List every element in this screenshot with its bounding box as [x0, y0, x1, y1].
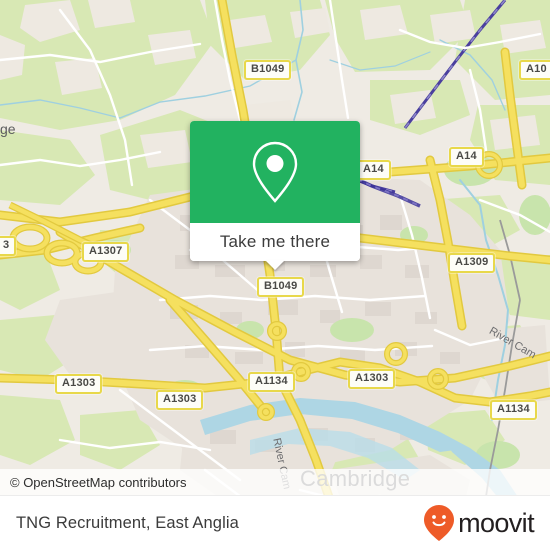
road-shield-a1303-center[interactable]: A1303	[348, 369, 396, 389]
location-title: TNG Recruitment, East Anglia	[16, 513, 239, 532]
osm-attribution-text: © OpenStreetMap contributors	[10, 474, 187, 490]
road-shield-a10[interactable]: A10	[519, 60, 550, 80]
road-shield-clipped-left[interactable]: 3	[0, 236, 17, 256]
road-shield-a1303-southwest[interactable]: A1303	[156, 390, 204, 410]
card-icon-area	[190, 121, 360, 223]
road-shield-a1303-west[interactable]: A1303	[55, 374, 103, 394]
map-pin-icon	[252, 141, 298, 203]
place-label-clipped: ge	[0, 121, 16, 137]
card-action-area[interactable]: Take me there	[190, 223, 360, 261]
moovit-brand[interactable]: moovit	[422, 504, 535, 542]
map-screen: Cambridge ge River Cam River Cam B1049 A…	[0, 0, 550, 550]
take-me-there-label: Take me there	[219, 232, 331, 251]
card-pointer-tail	[265, 260, 285, 270]
road-shield-a14-west[interactable]: A14	[356, 160, 391, 180]
map-vector-layer	[0, 0, 550, 550]
osm-attribution-bar: © OpenStreetMap contributors	[0, 469, 550, 495]
road-shield-b1049-south[interactable]: B1049	[257, 277, 305, 297]
road-shield-b1049-north[interactable]: B1049	[244, 60, 292, 80]
road-shield-a1307[interactable]: A1307	[82, 242, 130, 262]
map-canvas[interactable]: Cambridge ge River Cam River Cam B1049 A…	[0, 0, 550, 550]
road-shield-a14-east[interactable]: A14	[449, 147, 484, 167]
moovit-wordmark: moovit	[458, 507, 535, 538]
footer-bar: TNG Recruitment, East Anglia moovit	[0, 495, 550, 550]
road-shield-a1134-center[interactable]: A1134	[248, 372, 295, 392]
road-shield-a1134-east[interactable]: A1134	[490, 400, 537, 420]
take-me-there-card[interactable]: Take me there	[190, 121, 360, 270]
moovit-smiley-pin-icon	[424, 505, 455, 541]
road-shield-a1309[interactable]: A1309	[448, 253, 496, 273]
